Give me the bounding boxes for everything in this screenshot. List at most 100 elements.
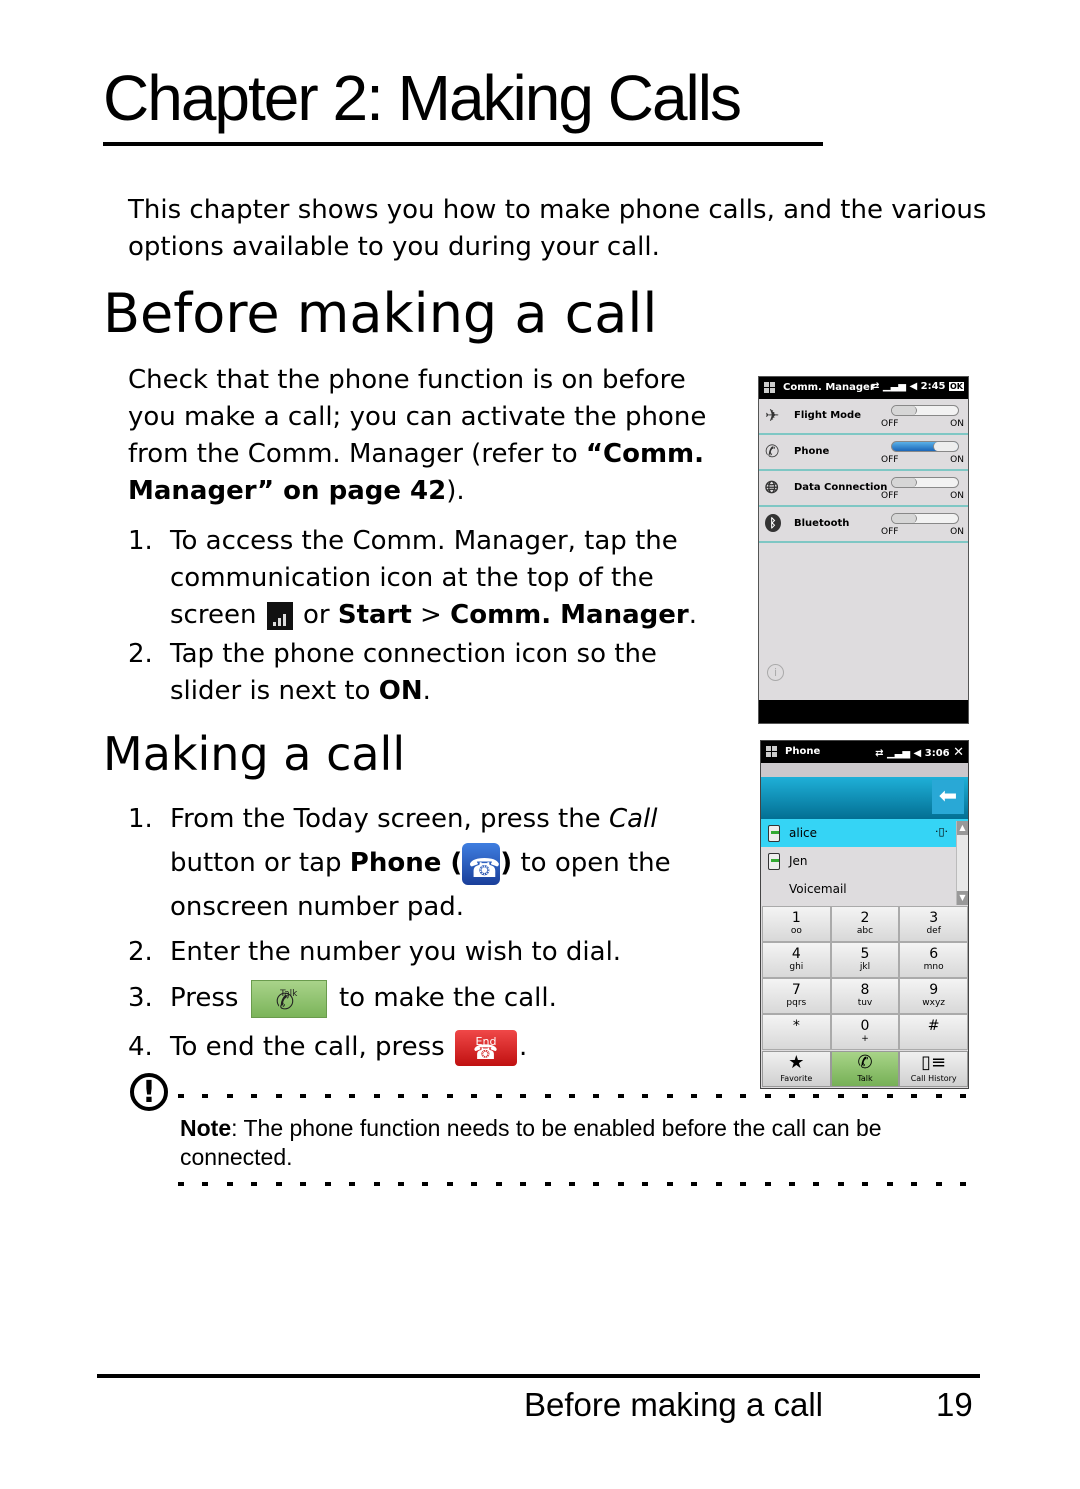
divider-dot [837,1182,844,1186]
key-letters: + [861,1034,869,1044]
divider-dot [642,1094,649,1098]
close-icon[interactable]: ✕ [953,745,964,760]
sync-icon: ⇄ [875,748,884,759]
key-letters: abc [856,926,874,936]
keypad-key[interactable]: 8 tuv [830,978,900,1014]
divider-dot [764,1182,771,1186]
on-label: ON [950,491,964,501]
step-item: 2. Enter the number you wish to dial. [128,934,748,971]
comm-row-flight-mode[interactable]: ✈ Flight Mode OFF ON [759,399,968,435]
divider-dot [788,1182,795,1186]
keypad-key[interactable]: 5 jkl [830,942,900,978]
speaker-icon: ◀ [913,748,922,759]
divider-dot [740,1094,747,1098]
keypad-key[interactable]: 2 abc [830,906,900,942]
key-digit: 9 [929,982,939,998]
divider-dot [226,1094,233,1098]
divider-dot [666,1182,673,1186]
backspace-button[interactable]: ⬅ [932,780,964,814]
divider-dot [324,1094,331,1098]
divider-dot [935,1182,942,1186]
phone-toggle[interactable] [891,441,959,452]
keypad-key[interactable]: 7 pqrs [762,978,831,1014]
divider-dot [740,1182,747,1186]
divider-dot [471,1094,478,1098]
keypad-key[interactable]: 0 + [830,1014,900,1050]
phone-dialer-screenshot: Phone ⇄ ▁▃▅ ◀ 3:06 ✕ ⬅ alice ·▯· Jen Voi… [760,740,969,1089]
divider-dot [202,1094,209,1098]
keypad-key[interactable]: 3 def [899,906,968,942]
divider-dot [569,1094,575,1098]
contact-item[interactable]: alice ·▯· [761,819,968,847]
comm-row-phone[interactable]: ✆ Phone OFF ON [759,435,968,471]
divider-dot [788,1094,795,1098]
keypad-key[interactable]: 4 ghi [762,942,831,978]
signal-icon: ▁▃▅ [886,748,911,759]
contact-scrollbar[interactable]: ▲ ▼ [956,821,968,905]
divider-dot [960,1182,966,1186]
signal-icon [266,601,293,630]
scroll-down-icon[interactable]: ▼ [957,891,968,905]
comm-row-bluetooth[interactable]: ᛒ Bluetooth OFF ON [759,507,968,543]
divider-dot [275,1094,282,1098]
step-text: Enter the number you wish to dial. [170,937,622,967]
scroll-up-icon[interactable]: ▲ [957,821,968,835]
divider-dot [813,1094,820,1098]
divider-dot [691,1094,698,1098]
flight-mode-toggle[interactable] [891,405,959,416]
call-history-button[interactable]: ▯≡ Call History [899,1051,968,1087]
comm-row-data-connection[interactable]: 🌐︎ Data Connection OFF ON [759,471,968,507]
talk-icon: ✆ [857,1052,873,1073]
start-menu-ref: Start [337,600,412,630]
data-connection-toggle[interactable] [891,477,959,488]
divider-dot [373,1094,380,1098]
step-text: to make the call. [330,983,557,1013]
star-icon: ★ [788,1052,805,1073]
bluetooth-toggle[interactable] [891,513,959,524]
divider-dot [764,1094,771,1098]
keypad-key[interactable]: 1 oo [762,906,831,942]
divider-dot [911,1182,918,1186]
dial-entry-bar: ⬅ [761,777,968,819]
keypad-key[interactable]: 6 mno [899,942,968,978]
step-number: 1. [128,526,153,556]
divider-dot [422,1182,429,1186]
note-divider-top [178,1094,966,1098]
divider-dot [617,1182,624,1186]
contact-phone-icon [768,853,780,870]
info-icon[interactable]: i [767,664,784,681]
divider-dot [446,1182,453,1186]
divider-dot [397,1182,404,1186]
key-letters: pqrs [786,998,807,1008]
divider-dot [471,1182,478,1186]
step-item: 3. Press ✆ Talk to make the call. [128,976,748,1020]
contact-item[interactable]: Voicemail [761,875,968,903]
speaker-icon: ◀ [909,381,918,392]
footer-section-title: Before making a call [524,1386,823,1423]
step-number: 2. [128,639,153,669]
divider-dot [715,1182,722,1186]
windows-flag-icon [764,382,775,393]
contact-item[interactable]: Jen [761,847,968,875]
keypad-key[interactable]: * [762,1014,831,1050]
contact-phone-icon [768,825,780,842]
divider-dot [544,1182,551,1186]
favorite-button[interactable]: ★ Favorite [762,1051,831,1087]
on-label: ON [378,676,423,706]
ok-button[interactable]: ok [949,382,964,391]
status-area: ⇄ ▁▃▅ ◀ 2:45 ok [871,381,964,392]
keypad-key[interactable]: 9 wxyz [899,978,968,1014]
key-digit: 3 [929,910,939,926]
divider-dot [422,1094,429,1098]
divider-dot [178,1094,184,1098]
step-text: To end the call, press [170,1032,453,1062]
talk-button[interactable]: ✆ Talk [830,1051,900,1087]
divider-dot [593,1094,600,1098]
number-keypad: 1 oo 2 abc 3 def 4 ghi 5 jkl 6 mno 7 pqrs 8 tuv 9 wxyz * 0 +… [762,906,968,1050]
keypad-key[interactable]: # [899,1014,968,1050]
contact-name: Voicemail [789,882,847,896]
divider-dot [715,1094,722,1098]
on-label: ON [950,419,964,429]
divider-dot [862,1094,869,1098]
number-display [761,763,968,777]
